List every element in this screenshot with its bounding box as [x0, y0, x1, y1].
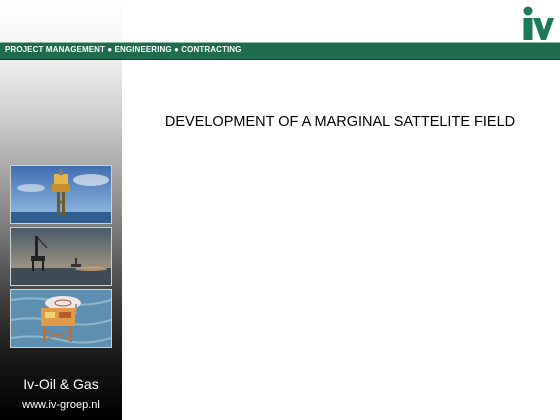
- tagline: PROJECT MANAGEMENT ● ENGINEERING ● CONTR…: [5, 45, 242, 54]
- slide-title: DEVELOPMENT OF A MARGINAL SATTELITE FIEL…: [164, 114, 516, 130]
- offshore-rig-at-sunset-photo: [10, 227, 112, 286]
- website-url[interactable]: www.iv-groep.nl: [0, 399, 122, 411]
- iv-logo: [523, 6, 554, 40]
- offshore-platform-with-helideck-photo: [10, 289, 112, 348]
- slide: PROJECT MANAGEMENT ● ENGINEERING ● CONTR…: [0, 0, 560, 420]
- company-name: Iv-Oil & Gas: [23, 376, 99, 392]
- tagline-band: PROJECT MANAGEMENT ● ENGINEERING ● CONTR…: [0, 42, 560, 60]
- offshore-platform-blue-sky-photo: [10, 165, 112, 224]
